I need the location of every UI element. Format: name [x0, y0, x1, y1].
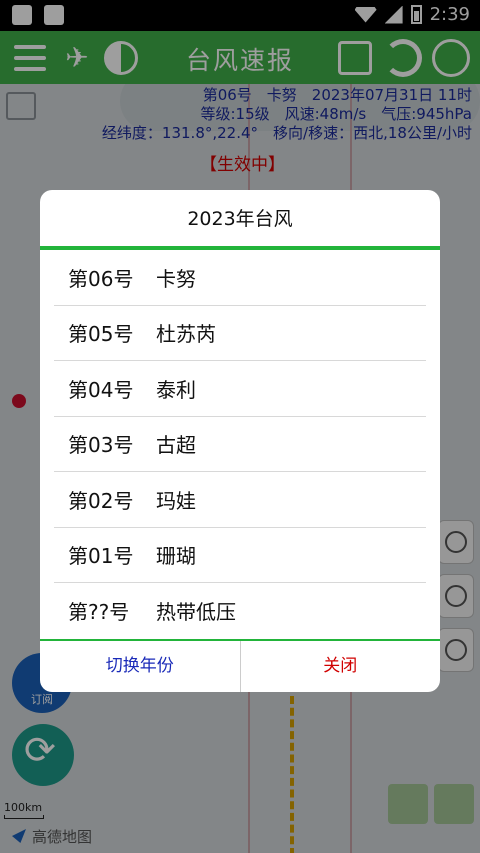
list-item[interactable]: 第04号 泰利: [54, 361, 426, 417]
switch-year-button[interactable]: 切换年份: [40, 641, 241, 692]
list-item[interactable]: 第01号 珊瑚: [54, 528, 426, 583]
dialog-footer: 切换年份 关闭: [40, 639, 440, 692]
list-item[interactable]: 第05号 杜苏芮: [54, 306, 426, 361]
dialog-title: 2023年台风: [187, 208, 293, 230]
typhoon-list-dialog: 2023年台风 第06号 卡努 第05号 杜苏芮 第04号 泰利 第03号 古超 第02…: [40, 190, 440, 692]
list-item[interactable]: 第??号 热带低压: [54, 583, 426, 639]
list-item[interactable]: 第06号 卡努: [54, 250, 426, 306]
list-item[interactable]: 第03号 古超: [54, 417, 426, 472]
list-item[interactable]: 第02号 玛娃: [54, 472, 426, 528]
close-button[interactable]: 关闭: [241, 641, 441, 692]
typhoon-list: 第06号 卡努 第05号 杜苏芮 第04号 泰利 第03号 古超 第02号 玛娃 第01号…: [54, 250, 426, 639]
